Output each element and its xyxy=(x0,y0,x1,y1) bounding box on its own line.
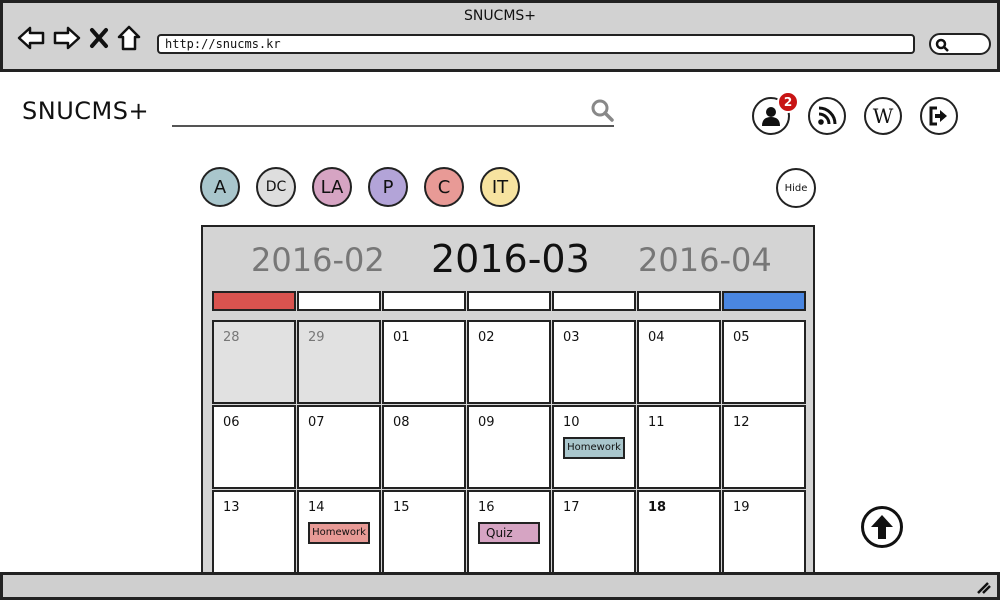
calendar-day-cell[interactable]: 07 xyxy=(297,405,381,489)
notification-badge: 2 xyxy=(777,91,799,113)
day-number: 05 xyxy=(733,330,750,345)
calendar-day-cell[interactable]: 17 xyxy=(552,490,636,574)
home-icon[interactable] xyxy=(117,25,141,51)
forward-arrow-icon[interactable] xyxy=(53,25,81,51)
browser-search-field[interactable] xyxy=(929,33,991,55)
day-number: 29 xyxy=(308,330,325,345)
calendar-day-cell[interactable]: 12 xyxy=(722,405,806,489)
day-number: 09 xyxy=(478,415,495,430)
search-input[interactable] xyxy=(172,125,614,127)
day-number: 13 xyxy=(223,500,240,515)
calendar-day-cell[interactable]: 04 xyxy=(637,320,721,404)
weekday-header-5 xyxy=(637,291,721,311)
day-number: 02 xyxy=(478,330,495,345)
day-number: 01 xyxy=(393,330,410,345)
calendar-day-cell[interactable]: 28 xyxy=(212,320,296,404)
day-number: 12 xyxy=(733,415,750,430)
calendar-day-cell[interactable]: 15 xyxy=(382,490,466,574)
close-icon[interactable] xyxy=(89,27,109,49)
weekday-header-0 xyxy=(212,291,296,311)
calendar-event[interactable]: Quiz xyxy=(478,522,540,544)
calendar-day-cell[interactable]: 16 Quiz xyxy=(467,490,551,574)
course-filter-dc[interactable]: DC xyxy=(256,167,296,207)
course-filter-p[interactable]: P xyxy=(368,167,408,207)
wikipedia-icon: W xyxy=(872,104,894,128)
calendar-day-cell[interactable]: 03 xyxy=(552,320,636,404)
day-number: 17 xyxy=(563,500,580,515)
day-number: 07 xyxy=(308,415,325,430)
address-bar[interactable]: http://snucms.kr xyxy=(157,34,915,54)
weekday-header-1 xyxy=(297,291,381,311)
arrow-up-icon xyxy=(871,515,893,539)
day-number: 11 xyxy=(648,415,665,430)
calendar-day-cell[interactable]: 09 xyxy=(467,405,551,489)
day-number: 19 xyxy=(733,500,750,515)
day-number: 28 xyxy=(223,330,240,345)
day-number: 10 xyxy=(563,415,580,430)
day-number: 14 xyxy=(308,500,325,515)
rss-icon xyxy=(818,106,837,125)
app-brand[interactable]: SNUCMS+ xyxy=(22,97,149,125)
course-filter-la[interactable]: LA xyxy=(312,167,352,207)
calendar-day-cell[interactable]: 05 xyxy=(722,320,806,404)
search-icon xyxy=(935,38,949,52)
course-filter-it[interactable]: IT xyxy=(480,167,520,207)
day-number: 08 xyxy=(393,415,410,430)
day-number: 18 xyxy=(648,500,667,515)
calendar-day-cell[interactable]: 08 xyxy=(382,405,466,489)
course-filter-a[interactable]: A xyxy=(200,167,240,207)
weekday-header-6 xyxy=(722,291,806,311)
calendar-day-cell[interactable]: 19 xyxy=(722,490,806,574)
calendar-day-cell[interactable]: 13 xyxy=(212,490,296,574)
calendar-day-cell[interactable]: 02 xyxy=(467,320,551,404)
wiki-button[interactable]: W xyxy=(864,97,902,135)
prev-month-link[interactable]: 2016-02 xyxy=(251,241,385,279)
browser-status-bar xyxy=(0,572,1000,600)
calendar-day-cell[interactable]: 11 xyxy=(637,405,721,489)
calendar-day-cell[interactable]: 18 xyxy=(637,490,721,574)
calendar-event[interactable]: Homework xyxy=(563,437,625,459)
rss-button[interactable] xyxy=(808,97,846,135)
day-number: 06 xyxy=(223,415,240,430)
resize-grip-icon[interactable] xyxy=(975,580,991,594)
day-number: 03 xyxy=(563,330,580,345)
calendar-day-cell[interactable]: 29 xyxy=(297,320,381,404)
back-arrow-icon[interactable] xyxy=(17,25,45,51)
day-number: 15 xyxy=(393,500,410,515)
calendar: 2016-02 2016-03 2016-04 28 29 01 02 03 04 05 06… xyxy=(201,225,815,577)
hide-button[interactable]: Hide xyxy=(776,168,816,208)
calendar-day-cell[interactable]: 06 xyxy=(212,405,296,489)
calendar-day-cell[interactable]: 14 Homework xyxy=(297,490,381,574)
next-month-link[interactable]: 2016-04 xyxy=(638,241,772,279)
scroll-to-top-button[interactable] xyxy=(861,506,903,548)
window-title: SNUCMS+ xyxy=(463,8,537,24)
day-number: 04 xyxy=(648,330,665,345)
weekday-header-3 xyxy=(467,291,551,311)
current-month-title: 2016-03 xyxy=(431,237,590,281)
logout-button[interactable] xyxy=(920,97,958,135)
browser-toolbar: SNUCMS+ http://snucms.kr xyxy=(0,0,1000,72)
day-number: 16 xyxy=(478,500,495,515)
calendar-day-cell[interactable]: 10 Homework xyxy=(552,405,636,489)
course-filter-c[interactable]: C xyxy=(424,167,464,207)
logout-icon xyxy=(929,106,947,126)
weekday-header-4 xyxy=(552,291,636,311)
calendar-day-cell[interactable]: 01 xyxy=(382,320,466,404)
weekday-header-2 xyxy=(382,291,466,311)
calendar-event[interactable]: Homework xyxy=(308,522,370,544)
search-icon[interactable] xyxy=(590,98,614,126)
